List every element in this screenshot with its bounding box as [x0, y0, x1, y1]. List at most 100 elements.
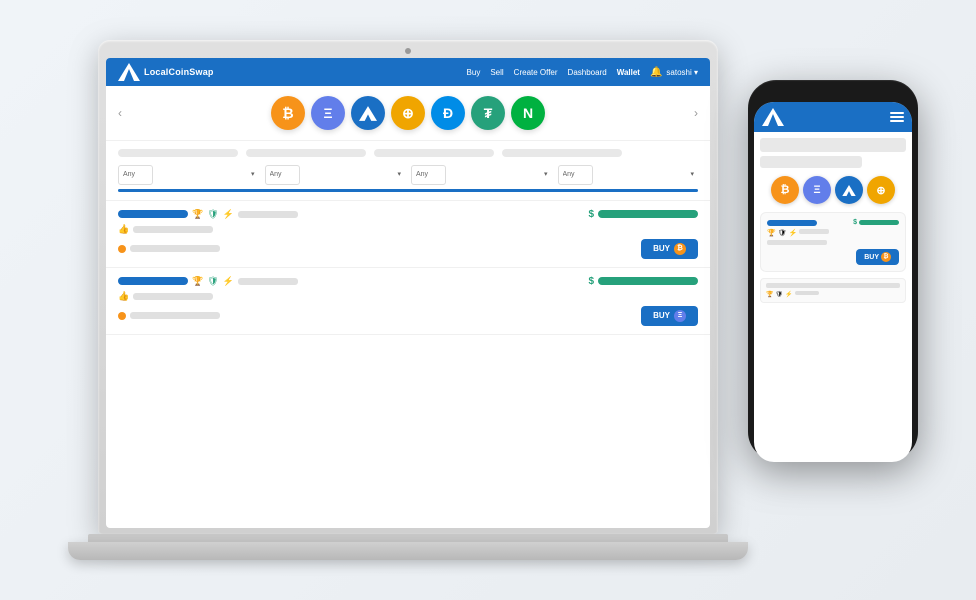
filter-dropdown-2[interactable]: Any	[265, 165, 300, 185]
prev-arrow[interactable]: ‹	[118, 106, 122, 120]
laptop-screen: LocalCoinSwap Buy Sell Create Offer Dash…	[106, 58, 710, 528]
nav-user: 🔔 satoshi ▾	[650, 67, 698, 78]
filter-ph-1	[118, 149, 238, 157]
buy-label-2: BUY	[653, 311, 670, 320]
mobile-detail-1	[767, 240, 827, 245]
nav-create-offer[interactable]: Create Offer	[514, 68, 558, 77]
seller-2-info	[238, 278, 298, 285]
mobile-filter-2	[760, 156, 862, 168]
mobile-coin-token[interactable]: ⊕	[867, 176, 895, 204]
shield-badge-1: 🛡	[207, 209, 218, 220]
dropdown-arrow-2: ▾	[397, 170, 401, 178]
filter-ph-2	[246, 149, 366, 157]
coin-eth[interactable]: Ξ	[311, 96, 345, 130]
mobile-price-bar-1	[859, 220, 899, 225]
hamburger-menu[interactable]	[890, 112, 904, 122]
filter-select-3[interactable]: Any ▾	[411, 163, 552, 185]
filter-dropdown-1[interactable]: Any	[118, 165, 153, 185]
nav-links: Buy Sell Create Offer Dashboard Wallet 🔔…	[467, 67, 698, 78]
payment-bar-2	[130, 312, 220, 319]
listing-2-price: $	[588, 276, 698, 287]
mobile-mini-bar-1	[766, 283, 900, 288]
price-bar-2	[598, 277, 698, 285]
mobile-dollar-1: $	[853, 219, 857, 226]
mobile-buy-coin-btc: ₿	[881, 252, 891, 262]
mobile-coin-eth[interactable]: Ξ	[803, 176, 831, 204]
filter-select-4[interactable]: Any ▾	[558, 163, 699, 185]
laptop-device: LocalCoinSwap Buy Sell Create Offer Dash…	[68, 40, 748, 560]
mobile-device: ₿ Ξ ⊕ $	[748, 80, 918, 460]
filter-dropdown-3[interactable]: Any	[411, 165, 446, 185]
coin-usdt[interactable]: ₮	[471, 96, 505, 130]
coin-neo[interactable]: N	[511, 96, 545, 130]
mobile-buy-button-1[interactable]: BUY ₿	[856, 249, 899, 265]
crypto-row: ‹ ₿ Ξ ⊕ Đ ₮ N ›	[106, 86, 710, 141]
mini-bolt: ⚡	[785, 291, 792, 298]
laptop-body	[68, 542, 748, 560]
laptop-camera	[405, 48, 411, 54]
price-bar-1	[598, 210, 698, 218]
logo-icon	[118, 63, 140, 81]
mini-badge-bar	[795, 291, 819, 295]
buy-label-1: BUY	[653, 244, 670, 253]
username[interactable]: satoshi ▾	[666, 68, 698, 77]
coin-btc[interactable]: ₿	[271, 96, 305, 130]
logo: LocalCoinSwap	[118, 63, 214, 81]
mobile-bolt-1: ⚡	[789, 229, 798, 237]
laptop-base	[88, 534, 728, 542]
mobile-coin-btc[interactable]: ₿	[771, 176, 799, 204]
coin-lcs[interactable]	[351, 96, 385, 130]
mini-shield: 🛡	[775, 291, 783, 298]
bolt-badge-1: ⚡	[223, 209, 234, 220]
thumbs-up-2: 👍	[118, 291, 129, 302]
seller-1-bar	[118, 210, 188, 218]
nav-buy[interactable]: Buy	[467, 68, 481, 77]
dollar-sign-1: $	[588, 209, 594, 220]
filter-placeholders	[118, 149, 698, 157]
mobile-listing-1-top: $	[767, 219, 899, 226]
mobile-coins: ₿ Ξ ⊕	[760, 176, 906, 204]
coin-token[interactable]: ⊕	[391, 96, 425, 130]
nav-wallet[interactable]: Wallet	[617, 68, 640, 77]
seller-1-info	[238, 211, 298, 218]
mobile-badges-1: 🏆 🛡 ⚡	[767, 229, 899, 237]
laptop-screen-outer: LocalCoinSwap Buy Sell Create Offer Dash…	[98, 40, 718, 534]
logo-text: LocalCoinSwap	[144, 67, 214, 77]
thumbs-up-1: 👍	[118, 224, 129, 235]
mobile-content: ₿ Ξ ⊕ $	[754, 132, 912, 309]
listing-1-left: 🏆 🛡 ⚡	[118, 209, 298, 220]
filter-select-2[interactable]: Any ▾	[265, 163, 406, 185]
buy-button-2[interactable]: BUY Ξ	[641, 306, 698, 326]
shield-badge-2: 🛡	[207, 276, 218, 287]
nav-sell[interactable]: Sell	[490, 68, 503, 77]
filter-dropdown-4[interactable]: Any	[558, 165, 593, 185]
active-filter-bar	[118, 189, 698, 192]
navbar: LocalCoinSwap Buy Sell Create Offer Dash…	[106, 58, 710, 86]
bell-icon[interactable]: 🔔	[650, 67, 662, 78]
buy-button-1[interactable]: BUY ₿	[641, 239, 698, 259]
listing-2-left: 🏆 🛡 ⚡	[118, 276, 298, 287]
filter-selects: Any ▾ Any ▾ Any ▾ Any ▾	[118, 163, 698, 185]
mobile-notch	[808, 90, 858, 98]
ham-line-2	[890, 116, 904, 118]
mobile-trophy-1: 🏆	[767, 229, 776, 237]
next-arrow[interactable]: ›	[694, 106, 698, 120]
dropdown-arrow-3: ▾	[544, 170, 548, 178]
payment-dot-1	[118, 245, 126, 253]
listing-1-price: $	[588, 209, 698, 220]
mobile-screen: ₿ Ξ ⊕ $	[754, 102, 912, 462]
filter-select-1[interactable]: Any ▾	[118, 163, 259, 185]
listing-1-bottom: BUY ₿	[118, 239, 698, 259]
listing-2-bottom: BUY Ξ	[118, 306, 698, 326]
filters-area: Any ▾ Any ▾ Any ▾ Any ▾	[106, 141, 710, 201]
listing-1: 🏆 🛡 ⚡ $ 👍	[106, 201, 710, 268]
buy-coin-btc: ₿	[674, 243, 686, 255]
mobile-coin-lcs[interactable]	[835, 176, 863, 204]
scene: LocalCoinSwap Buy Sell Create Offer Dash…	[38, 20, 938, 580]
listing-2-top: 🏆 🛡 ⚡ $	[118, 276, 698, 287]
mobile-logo-icon	[762, 108, 784, 126]
seller-2-bar	[118, 277, 188, 285]
mobile-buy-label-1: BUY	[864, 254, 879, 261]
nav-dashboard[interactable]: Dashboard	[568, 68, 607, 77]
coin-dash[interactable]: Đ	[431, 96, 465, 130]
